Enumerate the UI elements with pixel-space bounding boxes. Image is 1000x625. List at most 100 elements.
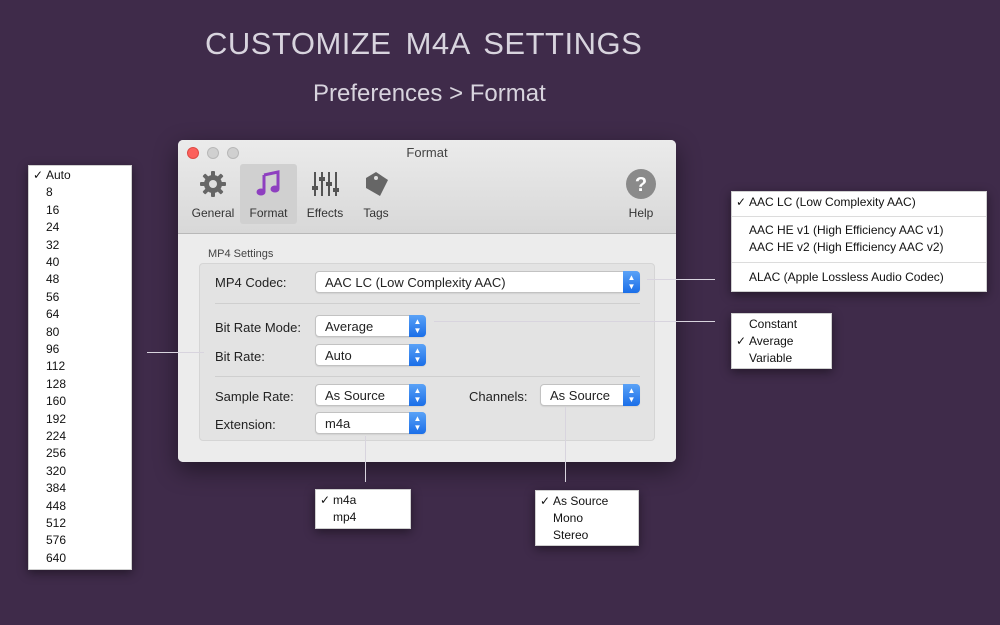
callout-line: [565, 407, 566, 482]
menu-item[interactable]: 320: [29, 463, 131, 480]
menu-item[interactable]: ✓ Auto: [29, 167, 131, 184]
menu-separator: [732, 262, 986, 263]
menu-item[interactable]: 576: [29, 532, 131, 549]
toolbar-tags-label: Tags: [363, 206, 389, 220]
extension-menu: ✓ m4a mp4: [315, 489, 411, 529]
codec-label: MP4 Codec:: [215, 275, 287, 290]
codec-popup-value: AAC LC (Low Complexity AAC): [325, 275, 506, 290]
menu-item[interactable]: 112: [29, 358, 131, 375]
bitrate-mode-popup-value: Average: [325, 319, 374, 334]
sample-rate-popup[interactable]: As Source ▲ ▼: [315, 384, 426, 406]
callout-line: [647, 279, 715, 280]
channels-label: Channels:: [469, 389, 528, 404]
toolbar-help[interactable]: ? Help: [618, 164, 664, 224]
menu-item[interactable]: AAC HE v1 (High Efficiency AAC v1): [732, 222, 986, 239]
mp4-settings-group: MP4 Codec: AAC LC (Low Complexity AAC) ▲…: [199, 263, 655, 441]
menu-item[interactable]: Variable: [732, 350, 831, 367]
tag-icon: [353, 168, 399, 200]
channels-popup[interactable]: As Source ▲ ▼: [540, 384, 640, 406]
menu-item[interactable]: 16: [29, 202, 131, 219]
menu-item[interactable]: 512: [29, 515, 131, 532]
checkmark-icon: ✓: [736, 334, 747, 348]
bitrate-label: Bit Rate:: [215, 349, 265, 364]
menu-item[interactable]: Stereo: [536, 527, 638, 544]
menu-item[interactable]: AAC HE v2 (High Efficiency AAC v2): [732, 239, 986, 256]
chevron-updown-icon: ▲ ▼: [409, 412, 426, 434]
menu-item[interactable]: Constant: [732, 316, 831, 333]
sliders-icon: [300, 168, 350, 200]
menu-item[interactable]: 640: [29, 550, 131, 567]
menu-item[interactable]: 160: [29, 393, 131, 410]
menu-item[interactable]: 96: [29, 341, 131, 358]
bitrate-mode-menu: Constant ✓ Average Variable: [731, 313, 832, 369]
format-pane: MP4 Settings MP4 Codec: AAC LC (Low Comp…: [178, 235, 676, 462]
menu-item[interactable]: 8: [29, 184, 131, 201]
page-headline: CUSTOMIZE M4A SETTINGS: [205, 26, 643, 61]
menu-item[interactable]: 40: [29, 254, 131, 271]
bitrate-popup-value: Auto: [325, 348, 352, 363]
extension-popup[interactable]: m4a ▲ ▼: [315, 412, 426, 434]
help-icon: ?: [618, 168, 664, 200]
callout-line: [434, 321, 715, 322]
checkmark-icon: ✓: [320, 493, 331, 507]
menu-item[interactable]: 128: [29, 376, 131, 393]
channels-menu: ✓ As Source Mono Stereo: [535, 490, 639, 546]
menu-item[interactable]: ✓ m4a: [316, 492, 410, 509]
menu-item[interactable]: 64: [29, 306, 131, 323]
divider: [215, 303, 640, 304]
bitrate-mode-label: Bit Rate Mode:: [215, 320, 301, 335]
menu-item[interactable]: Mono: [536, 510, 638, 527]
menu-separator: [732, 216, 986, 217]
menu-item[interactable]: ✓ AAC LC (Low Complexity AAC): [732, 194, 986, 211]
toolbar-general[interactable]: General: [184, 164, 242, 224]
divider: [215, 376, 640, 377]
callout-line: [147, 352, 204, 353]
channels-popup-value: As Source: [550, 388, 610, 403]
sample-rate-label: Sample Rate:: [215, 389, 294, 404]
chevron-updown-icon: ▲ ▼: [623, 384, 640, 406]
bitrate-menu: ✓ Auto 8 16 24 32 40 48 56 64 80 96 112 128 160 192 224 2…: [28, 165, 132, 570]
window-titlebar: Format General Format Effects Tags ? Hel…: [178, 140, 676, 234]
menu-item[interactable]: 48: [29, 271, 131, 288]
music-note-icon: [240, 168, 297, 200]
gear-icon: [184, 168, 242, 200]
preferences-window: Format General Format Effects Tags ? Hel…: [178, 140, 676, 462]
toolbar-help-label: Help: [628, 206, 654, 220]
codec-menu: ✓ AAC LC (Low Complexity AAC) AAC HE v1 …: [731, 191, 987, 292]
checkmark-icon: ✓: [540, 494, 551, 508]
chevron-updown-icon: ▲ ▼: [409, 315, 426, 337]
callout-line: [365, 436, 366, 482]
menu-item[interactable]: 32: [29, 237, 131, 254]
toolbar-format-label: Format: [249, 206, 288, 220]
menu-item[interactable]: ✓ As Source: [536, 493, 638, 510]
bitrate-popup[interactable]: Auto ▲ ▼: [315, 344, 426, 366]
chevron-updown-icon: ▲ ▼: [409, 344, 426, 366]
extension-label: Extension:: [215, 417, 276, 432]
bitrate-mode-popup[interactable]: Average ▲ ▼: [315, 315, 426, 337]
checkmark-icon: ✓: [736, 195, 747, 209]
menu-item[interactable]: 56: [29, 289, 131, 306]
codec-popup[interactable]: AAC LC (Low Complexity AAC) ▲ ▼: [315, 271, 640, 293]
svg-text:?: ?: [635, 174, 647, 196]
page-subheadline: Preferences > Format: [313, 80, 546, 107]
menu-item[interactable]: mp4: [316, 509, 410, 526]
toolbar-tags[interactable]: Tags: [353, 164, 399, 224]
toolbar-general-label: General: [191, 206, 235, 220]
chevron-updown-icon: ▲ ▼: [623, 271, 640, 293]
menu-item[interactable]: 192: [29, 411, 131, 428]
menu-item[interactable]: 24: [29, 219, 131, 236]
menu-item[interactable]: 224: [29, 428, 131, 445]
sample-rate-popup-value: As Source: [325, 388, 385, 403]
menu-item[interactable]: 384: [29, 480, 131, 497]
menu-item[interactable]: 448: [29, 498, 131, 515]
menu-item[interactable]: ALAC (Apple Lossless Audio Codec): [732, 269, 986, 286]
toolbar-effects[interactable]: Effects: [300, 164, 350, 224]
menu-item[interactable]: 80: [29, 324, 131, 341]
chevron-updown-icon: ▲ ▼: [409, 384, 426, 406]
extension-popup-value: m4a: [325, 416, 351, 431]
toolbar-effects-label: Effects: [306, 206, 344, 220]
menu-item[interactable]: ✓ Average: [732, 333, 831, 350]
toolbar-format[interactable]: Format: [240, 164, 297, 224]
checkmark-icon: ✓: [33, 168, 44, 182]
menu-item[interactable]: 256: [29, 445, 131, 462]
